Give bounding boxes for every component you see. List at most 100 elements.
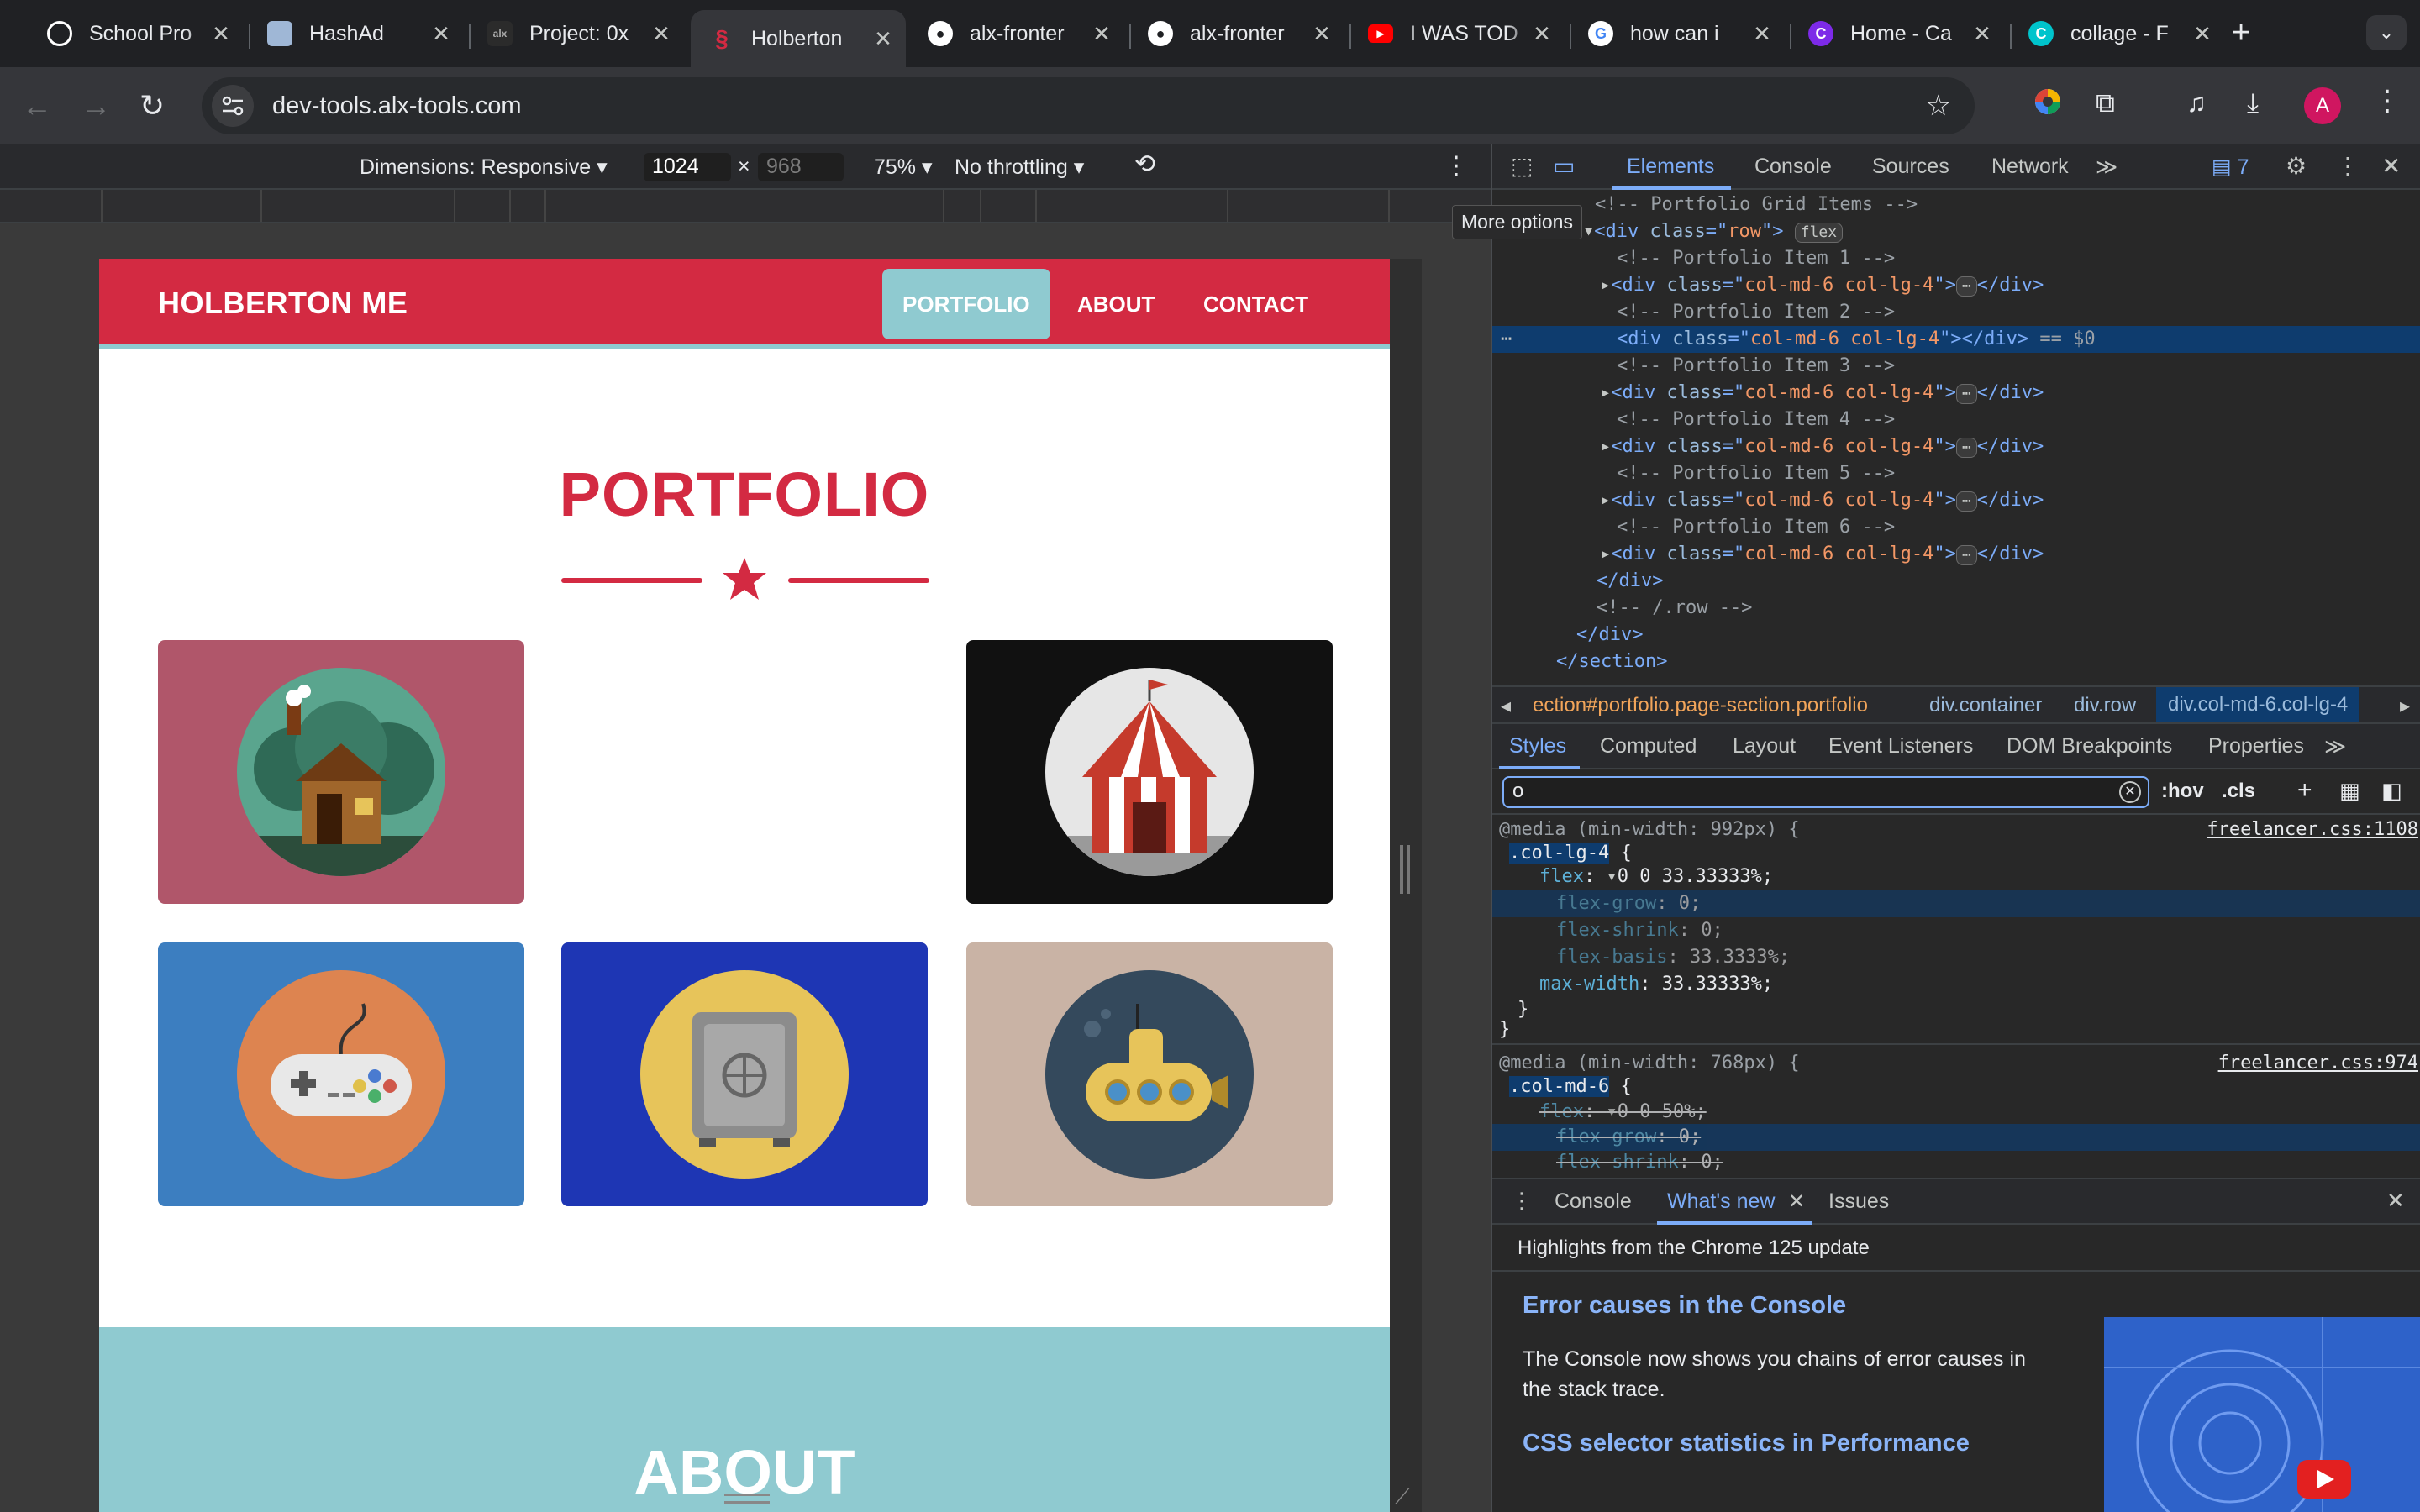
dom-node-item[interactable]: ▸<div class="col-md-6 col-lg-4"> ⋯ </div> (1492, 541, 2420, 568)
dom-node-item[interactable]: ▸<div class="col-md-6 col-lg-4"> ⋯ </div> (1492, 433, 2420, 460)
dom-node-close[interactable]: </section> (1492, 648, 2420, 675)
dom-node-comment[interactable]: <!-- Portfolio Item 5 --> (1492, 460, 2420, 487)
expand-triangle-icon[interactable]: ▾ (1606, 866, 1617, 887)
dom-node-comment[interactable]: <!-- Portfolio Item 4 --> (1492, 407, 2420, 433)
tab-elements[interactable]: Elements (1627, 155, 1714, 179)
inspect-element-icon[interactable]: ⬚ (1511, 152, 1533, 180)
throttling-dropdown[interactable]: No throttling ▾ (955, 155, 1084, 180)
style-declaration-overridden[interactable]: flex-shrink: 0; (1492, 1149, 2420, 1176)
nav-contact[interactable]: CONTACT (1183, 269, 1328, 339)
device-toolbar-toggle-icon[interactable]: ▭ (1553, 152, 1575, 180)
extensions-puzzle-icon[interactable]: ⧉ (2096, 87, 2115, 119)
drawer-tab-issues[interactable]: Issues (1828, 1189, 1889, 1214)
ellipsis-badge[interactable]: ⋯ (1955, 384, 1977, 404)
zoom-dropdown[interactable]: 75% ▾ (874, 155, 933, 180)
dom-node-item-selected[interactable]: ⋯ <div class="col-md-6 col-lg-4"></div> =… (1492, 326, 2420, 353)
tab-youtube[interactable]: ▶ I WAS TOD ✕ (1349, 10, 1565, 57)
style-declaration[interactable]: max-width: 33.33333%; (1492, 971, 2420, 998)
portfolio-item-cabin[interactable] (158, 640, 524, 904)
expand-triangle-icon[interactable]: ▸ (1600, 543, 1611, 564)
more-style-tabs-chevron-icon[interactable]: ≫ (2324, 734, 2346, 759)
nav-portfolio[interactable]: PORTFOLIO (882, 269, 1050, 339)
close-icon[interactable]: ✕ (1971, 23, 1993, 45)
breadcrumb-scroll-right-icon[interactable]: ▸ (2400, 694, 2410, 718)
media-query-ruler[interactable] (0, 190, 1491, 223)
tab-computed[interactable]: Computed (1600, 734, 1697, 759)
style-declaration[interactable]: flex: ▾0 0 33.33333%; (1492, 864, 2420, 890)
new-style-rule-plus-icon[interactable]: + (2297, 776, 2312, 805)
reload-icon[interactable]: ↻ (139, 86, 165, 126)
rotate-icon[interactable]: ⟲ (1134, 150, 1155, 179)
tab-project[interactable]: alx Project: 0x ✕ (469, 10, 684, 57)
whats-new-heading-error-causes[interactable]: Error causes in the Console (1523, 1292, 1846, 1320)
close-icon[interactable]: ✕ (872, 28, 894, 50)
expand-triangle-icon[interactable]: ▾ (1583, 221, 1594, 242)
close-icon[interactable]: ✕ (430, 23, 452, 45)
viewport-width-input[interactable]: 1024 (644, 153, 731, 181)
close-icon[interactable]: ✕ (650, 23, 672, 45)
chrome-menu-icon[interactable]: ⋮ (2373, 84, 2402, 118)
tab-google[interactable]: G how can i ✕ (1570, 10, 1785, 57)
dom-node-row[interactable]: ▾<div class="row"> flex (1492, 218, 2420, 245)
tab-school-pro[interactable]: School Pro ✕ (29, 10, 244, 57)
expand-triangle-icon[interactable]: ▸ (1600, 436, 1611, 457)
hov-toggle[interactable]: :hov (2161, 780, 2204, 803)
style-declaration-overridden[interactable]: flex-grow: 0; (1492, 1124, 2420, 1151)
tab-alx-frontend-1[interactable]: ● alx-fronter ✕ (909, 10, 1124, 57)
breadcrumb-row[interactable]: div.row (2074, 694, 2136, 717)
tab-canva-home[interactable]: C Home - Ca ✕ (1790, 10, 2005, 57)
portfolio-item-submarine[interactable] (966, 942, 1333, 1206)
dom-node-comment[interactable]: <!-- Portfolio Grid Items --> (1492, 192, 2420, 218)
portfolio-item-game[interactable] (158, 942, 524, 1206)
ellipsis-badge[interactable]: ⋯ (1955, 545, 1977, 565)
devtools-menu-icon[interactable]: ⋮ (2336, 152, 2360, 180)
ellipsis-badge[interactable]: ⋯ (1955, 438, 1977, 458)
tab-sources[interactable]: Sources (1872, 155, 1949, 179)
tab-console[interactable]: Console (1754, 155, 1832, 179)
cls-toggle[interactable]: .cls (2222, 780, 2255, 803)
tab-hashad[interactable]: HashAd ✕ (249, 10, 464, 57)
issues-counter[interactable]: ▤ 7 (2212, 155, 2249, 180)
site-info-icon[interactable] (212, 85, 254, 127)
expand-triangle-icon[interactable]: ▸ (1600, 490, 1611, 511)
dimensions-dropdown[interactable]: Dimensions: Responsive ▾ (360, 155, 608, 180)
dom-node-close[interactable]: </div> (1492, 568, 2420, 595)
tab-properties[interactable]: Properties (2208, 734, 2304, 759)
close-icon[interactable]: ✕ (1091, 23, 1113, 45)
drawer-menu-icon[interactable]: ⋮ (1511, 1188, 1533, 1214)
breadcrumb-container[interactable]: div.container (1929, 694, 2042, 717)
ellipsis-badge[interactable]: ⋯ (1955, 276, 1977, 297)
tab-event-listeners[interactable]: Event Listeners (1828, 734, 1973, 759)
color-wheel-extension-icon[interactable] (2033, 87, 2062, 123)
tab-layout[interactable]: Layout (1733, 734, 1796, 759)
style-declaration[interactable]: flex-shrink: 0; (1492, 917, 2420, 944)
close-icon[interactable]: ✕ (1531, 23, 1553, 45)
paint-brush-icon[interactable]: ▦ (2339, 778, 2360, 804)
address-bar[interactable]: dev-tools.alx-tools.com ☆ (202, 77, 1975, 134)
more-tabs-chevron-icon[interactable]: ≫ (2096, 155, 2118, 180)
whats-new-video-thumbnail[interactable] (2104, 1317, 2420, 1512)
ellipsis-badge[interactable]: ⋯ (1955, 491, 1977, 512)
dom-node-comment[interactable]: <!-- /.row --> (1492, 595, 2420, 622)
tab-holberton-active[interactable]: § Holberton ✕ (691, 10, 906, 67)
flex-badge[interactable]: flex (1794, 223, 1844, 243)
style-declaration[interactable]: flex-grow: 0; (1492, 890, 2420, 917)
clear-filter-icon[interactable]: ✕ (2119, 781, 2141, 803)
close-icon[interactable]: ✕ (1311, 23, 1333, 45)
site-brand[interactable]: HOLBERTON ME (158, 286, 408, 321)
dom-node-item[interactable]: ▸<div class="col-md-6 col-lg-4"> ⋯ </div> (1492, 380, 2420, 407)
dom-node-comment[interactable]: <!-- Portfolio Item 1 --> (1492, 245, 2420, 272)
bottom-resize-handle[interactable] (724, 1494, 770, 1504)
media-controls-icon[interactable]: ♫ (2186, 87, 2207, 118)
nav-about[interactable]: ABOUT (1057, 269, 1175, 339)
breadcrumb-section[interactable]: ection#portfolio.page-section.portfolio (1533, 694, 1868, 717)
style-declaration-overridden[interactable]: flex: ▾0 0 50%; (1492, 1099, 2420, 1126)
close-drawer-icon[interactable]: ✕ (2386, 1188, 2405, 1214)
dom-node-comment[interactable]: <!-- Portfolio Item 3 --> (1492, 353, 2420, 380)
settings-gear-icon[interactable]: ⚙ (2286, 152, 2307, 180)
viewport-height-input[interactable]: 968 (758, 153, 844, 181)
dom-node-item[interactable]: ▸<div class="col-md-6 col-lg-4"> ⋯ </div> (1492, 272, 2420, 299)
close-icon[interactable]: ✕ (2191, 23, 2213, 45)
tab-network[interactable]: Network (1991, 155, 2069, 179)
dom-node-comment[interactable]: <!-- Portfolio Item 2 --> (1492, 299, 2420, 326)
